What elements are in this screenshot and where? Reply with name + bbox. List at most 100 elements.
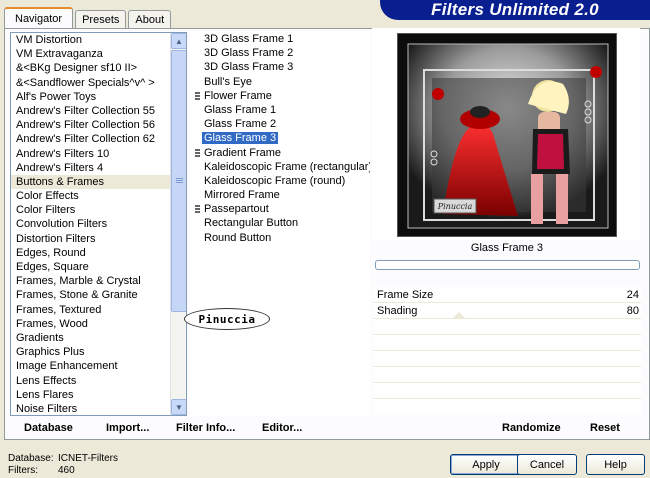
scroll-up-button[interactable]: ▲ [171, 33, 186, 49]
category-item[interactable]: Distortion Filters [11, 232, 186, 246]
filter-item-label: Glass Frame 2 [204, 118, 277, 131]
category-item[interactable]: Andrew's Filter Collection 55 [11, 104, 186, 118]
filter-list[interactable]: 3D Glass Frame 1 3D Glass Frame 2 3D Glass… [190, 32, 370, 416]
reset-button[interactable]: Reset [590, 422, 620, 434]
category-item[interactable]: Noise Filters [11, 402, 186, 415]
category-item[interactable]: Lens Effects [11, 374, 186, 388]
filter-item[interactable]: 3D Glass Frame 1 [190, 32, 370, 46]
tab-about[interactable]: About [128, 10, 172, 28]
randomize-button[interactable]: Randomize [502, 422, 561, 434]
filter-item[interactable]: Kaleidoscopic Frame (round) [190, 174, 370, 188]
filter-item[interactable]: Rectangular Button [190, 216, 370, 230]
category-item[interactable]: Edges, Round [11, 246, 186, 260]
param-row-frame-size[interactable]: Frame Size 24 [373, 287, 641, 303]
category-scrollbar[interactable]: ▲ ▼ [170, 33, 186, 415]
chevron-down-icon: ▼ [175, 402, 183, 412]
filter-item-label: Glass Frame 1 [204, 103, 277, 116]
param-row-empty [373, 383, 641, 399]
grip-line [176, 182, 183, 183]
category-item[interactable]: Edges, Square [11, 260, 186, 274]
scroll-thumb[interactable] [171, 50, 186, 312]
category-item[interactable]: Andrew's Filter Collection 56 [11, 118, 186, 132]
cancel-button[interactable]: Cancel [517, 454, 577, 475]
tab-presets[interactable]: Presets [75, 10, 127, 28]
param-row-shading[interactable]: Shading 80 [373, 303, 641, 319]
category-item[interactable]: Alf's Power Toys [11, 90, 186, 104]
app-title-banner: Filters Unlimited 2.0 [380, 0, 650, 20]
tab-navigator[interactable]: Navigator [4, 7, 74, 28]
param-value[interactable]: 80 [627, 305, 639, 317]
filters-count: 460 [58, 465, 75, 476]
filter-item[interactable]: Kaleidoscopic Frame (rectangular) [190, 160, 370, 174]
apply-button[interactable]: Apply [450, 454, 522, 475]
category-item[interactable]: &<Sandflower Specials^v^ > [11, 76, 186, 90]
filter-item-label: Passepartout [204, 203, 269, 216]
preview-image: Pinuccia [397, 33, 617, 237]
filter-item[interactable]: Passepartout [190, 202, 370, 216]
author-logo: Pinuccia [184, 308, 270, 330]
filter-item-label: Flower Frame [204, 89, 272, 102]
category-item[interactable]: Gradients [11, 331, 186, 345]
filter-item-label: Gradient Frame [204, 146, 282, 159]
filter-item-label: 3D Glass Frame 1 [204, 33, 294, 45]
filter-item-label: 3D Glass Frame 3 [204, 61, 294, 74]
category-item[interactable]: VM Extravaganza [11, 47, 186, 61]
database-value: ICNET-Filters [58, 453, 118, 464]
category-item[interactable]: Andrew's Filters 4 [11, 161, 186, 175]
category-item[interactable]: Andrew's Filters 10 [11, 147, 186, 161]
filter-item[interactable]: Glass Frame 2 [190, 117, 370, 131]
category-item[interactable]: Color Effects [11, 189, 186, 203]
param-row-empty [373, 351, 641, 367]
filter-item[interactable]: 3D Glass Frame 3 [190, 60, 370, 74]
filter-item[interactable]: 3D Glass Frame 2 [190, 46, 370, 60]
category-items: VM Distortion VM Extravaganza &<BKg Design… [11, 33, 186, 415]
editable-marker-icon [195, 148, 200, 157]
category-item[interactable]: Convolution Filters [11, 217, 186, 231]
filter-item[interactable]: Glass Frame 1 [190, 103, 370, 117]
category-list[interactable]: VM Distortion VM Extravaganza &<BKg Design… [10, 32, 187, 416]
filter-item[interactable]: Round Button [190, 231, 370, 245]
chevron-up-icon: ▲ [175, 36, 183, 46]
grip-line [176, 180, 183, 181]
category-item[interactable]: Frames, Wood [11, 317, 186, 331]
slider-marker-icon [453, 312, 465, 318]
parameter-panel: Frame Size 24 Shading 80 [373, 287, 641, 415]
filter-item-label: 3D Glass Frame 2 [204, 47, 294, 60]
category-item[interactable]: Frames, Stone & Granite [11, 288, 186, 302]
param-row-empty [373, 319, 641, 335]
category-item[interactable]: Color Filters [11, 203, 186, 217]
progress-bar [375, 260, 640, 270]
database-button[interactable]: Database [24, 422, 73, 434]
category-item[interactable]: Buttons & Frames [11, 174, 186, 190]
category-item[interactable]: Graphics Plus [11, 345, 186, 359]
filter-item[interactable]: Glass Frame 3 [190, 131, 370, 145]
help-button[interactable]: Help [586, 454, 645, 475]
category-item[interactable]: Lens Flares [11, 388, 186, 402]
category-item[interactable]: Frames, Marble & Crystal [11, 274, 186, 288]
category-item[interactable]: &<BKg Designer sf10 II> [11, 61, 186, 75]
filter-item[interactable]: Flower Frame [190, 89, 370, 103]
filter-item[interactable]: Mirrored Frame [190, 188, 370, 202]
filter-item-label: Glass Frame 3 [202, 132, 279, 145]
editor-button[interactable]: Editor... [262, 422, 302, 434]
import-button[interactable]: Import... [106, 422, 149, 434]
filter-item-label: Round Button [204, 231, 272, 244]
filter-item-label: Rectangular Button [204, 217, 299, 230]
category-item[interactable]: VM Distortion [11, 33, 186, 47]
bottom-toolbar: Database Import... Filter Info... Editor… [6, 418, 640, 438]
category-item[interactable]: Frames, Textured [11, 303, 186, 317]
scroll-down-button[interactable]: ▼ [171, 399, 186, 415]
category-item[interactable]: Image Enhancement [11, 359, 186, 373]
filter-item-label: Kaleidoscopic Frame (round) [204, 174, 346, 187]
filter-info-button[interactable]: Filter Info... [176, 422, 235, 434]
category-item[interactable]: Andrew's Filter Collection 62 [11, 132, 186, 146]
filter-item[interactable]: Bull's Eye [190, 75, 370, 89]
filter-item[interactable]: Gradient Frame [190, 146, 370, 160]
editable-marker-icon [195, 205, 200, 214]
filter-items: 3D Glass Frame 1 3D Glass Frame 2 3D Glass… [190, 32, 370, 245]
filter-item-label: Mirrored Frame [204, 189, 280, 202]
preview-signature: Pinuccia [437, 202, 473, 211]
param-value[interactable]: 24 [627, 289, 639, 301]
filter-item-label: Bull's Eye [204, 75, 252, 88]
grip-line [176, 178, 183, 179]
